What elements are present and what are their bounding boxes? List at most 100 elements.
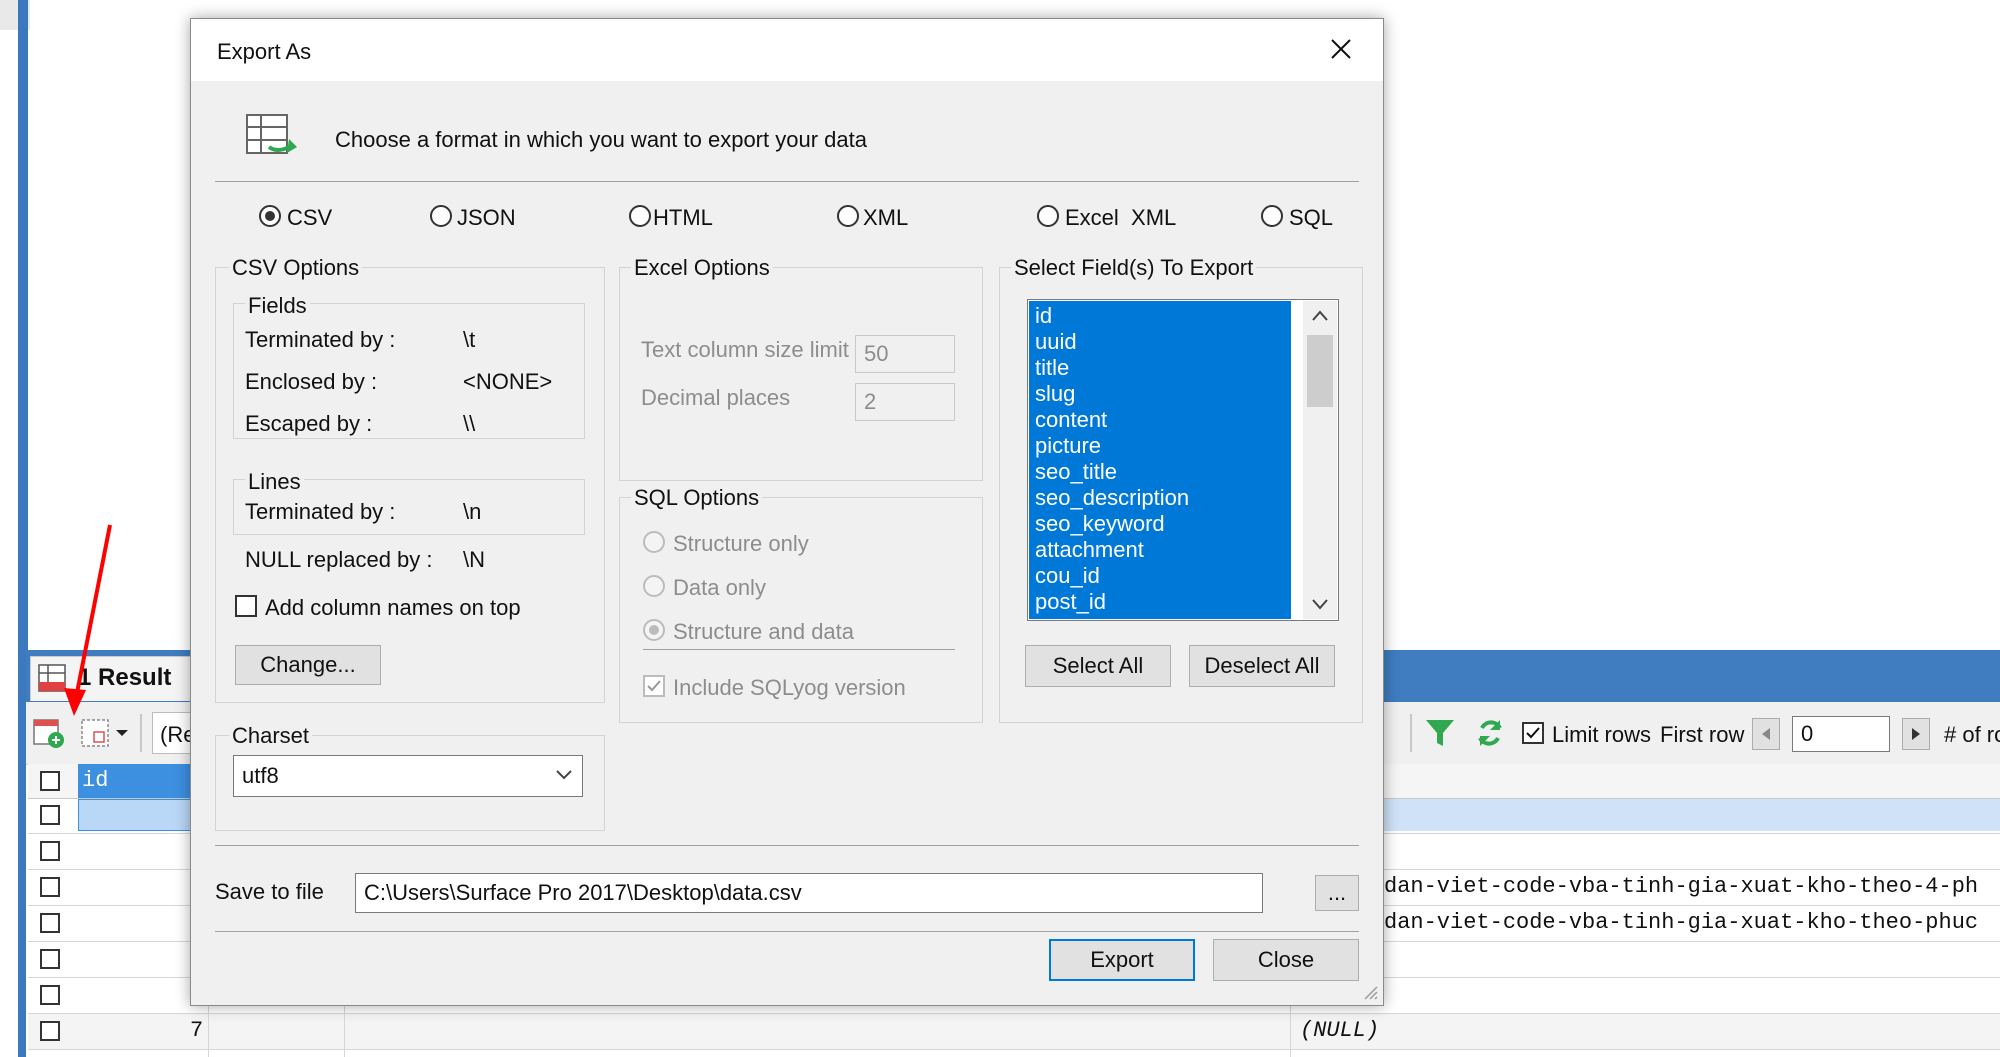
format-json-label: JSON <box>457 205 516 230</box>
format-csv-label: CSV <box>287 205 333 230</box>
lines-terminated-label: Terminated by : <box>245 499 396 524</box>
fields-enclosed-label: Enclosed by : <box>245 369 378 394</box>
selected-cell[interactable] <box>78 799 208 831</box>
limit-rows-label: Limit rows <box>1552 722 1652 747</box>
row-checkbox[interactable] <box>40 913 60 933</box>
format-excel-xml-radio[interactable] <box>1037 205 1059 227</box>
csv-lines-label: Lines <box>245 469 304 495</box>
fields-terminated-label: Terminated by : <box>245 327 396 352</box>
charset-label: Charset <box>229 723 313 749</box>
format-sql-radio[interactable] <box>1261 205 1283 227</box>
chevron-down-icon[interactable] <box>1311 597 1329 611</box>
selected-row-highlight <box>1380 799 2000 831</box>
data-only-radio[interactable] <box>643 575 665 597</box>
first-row-input[interactable]: 0 <box>1792 716 1890 752</box>
export-button[interactable]: Export <box>1049 939 1195 981</box>
list-item[interactable]: title <box>1035 355 1069 381</box>
dialog-title: Export As <box>217 39 312 64</box>
arrow-right-icon <box>1912 728 1920 740</box>
chevron-up-icon[interactable] <box>1311 309 1329 323</box>
export-dialog: Export As Choose a format in which you w… <box>190 18 1384 1006</box>
csv-fields-label: Fields <box>245 293 310 319</box>
select-all-rows-checkbox[interactable] <box>40 771 60 791</box>
decimal-places-label: Decimal places <box>641 385 791 410</box>
slug-cell: dan-viet-code-vba-tinh-gia-xuat-kho-theo… <box>1384 910 1979 935</box>
save-to-file-label: Save to file <box>215 879 324 904</box>
save-path-input[interactable]: C:\Users\Surface Pro 2017\Desktop\data.c… <box>355 873 1263 913</box>
dialog-titlebar <box>191 19 1383 81</box>
close-icon[interactable] <box>1329 37 1353 61</box>
toolbar-separator <box>140 714 142 752</box>
format-xml-radio[interactable] <box>837 205 859 227</box>
fields-enclosed-value[interactable]: <NONE> <box>463 369 552 395</box>
add-column-names-label: Add column names on top <box>265 595 521 620</box>
lines-terminated-value[interactable]: \n <box>463 499 481 525</box>
csv-options-label: CSV Options <box>229 255 363 281</box>
row-checkbox[interactable] <box>40 805 60 825</box>
row-checkbox[interactable] <box>40 877 60 897</box>
header-separator <box>215 181 1359 182</box>
format-json-radio[interactable] <box>430 205 452 227</box>
sql-options-label: SQL Options <box>631 485 763 511</box>
format-html-label: HTML <box>653 205 713 230</box>
list-item[interactable]: seo_description <box>1035 485 1189 511</box>
decimal-places-input[interactable]: 2 <box>855 383 955 421</box>
list-item[interactable]: seo_keyword <box>1035 511 1165 537</box>
arrow-left-icon <box>1762 728 1770 740</box>
grid-options-icon[interactable] <box>80 716 132 750</box>
structure-only-radio[interactable] <box>643 531 665 553</box>
app-frame-border-inner <box>26 0 28 650</box>
refresh-icon[interactable] <box>1474 716 1506 750</box>
null-replaced-value[interactable]: \N <box>463 547 485 573</box>
check-icon <box>647 680 661 692</box>
list-item[interactable]: slug <box>1035 381 1075 407</box>
fields-escaped-value[interactable]: \\ <box>463 411 475 437</box>
scrollbar-thumb[interactable] <box>1307 335 1333 407</box>
deselect-all-button[interactable]: Deselect All <box>1189 645 1335 687</box>
format-excel-xml-label: Excel XML <box>1065 205 1177 230</box>
text-column-limit-input[interactable]: 50 <box>855 335 955 373</box>
format-html-radio[interactable] <box>629 205 651 227</box>
browse-button[interactable]: ... <box>1315 875 1359 911</box>
filter-icon[interactable] <box>1424 716 1456 750</box>
column-header-id-label: id <box>82 768 109 793</box>
close-button[interactable]: Close <box>1213 939 1359 981</box>
export-format-icon <box>246 114 297 154</box>
list-item[interactable]: seo_title <box>1035 459 1117 485</box>
data-only-label: Data only <box>673 575 766 600</box>
row-checkbox[interactable] <box>40 1021 60 1041</box>
list-item[interactable]: id <box>1035 303 1052 329</box>
row-checkbox[interactable] <box>40 841 60 861</box>
row-checkbox[interactable] <box>40 985 60 1005</box>
fields-list: id uuid title slug content picture seo_t… <box>1029 303 1291 617</box>
structure-and-data-label: Structure and data <box>673 619 855 644</box>
export-icon[interactable] <box>32 716 66 750</box>
table-row[interactable] <box>28 1014 2000 1050</box>
row-checkbox[interactable] <box>40 949 60 969</box>
resize-grip-icon[interactable] <box>1361 983 1379 1001</box>
save-separator <box>215 845 1359 846</box>
dialog-header-text: Choose a format in which you want to exp… <box>335 127 867 152</box>
structure-and-data-radio[interactable] <box>643 619 665 641</box>
list-item[interactable]: post_id <box>1035 589 1106 615</box>
first-row-prev-button[interactable] <box>1752 718 1780 750</box>
format-csv-radio[interactable] <box>259 205 281 227</box>
format-xml-label: XML <box>863 205 909 230</box>
list-item[interactable]: cou_id <box>1035 563 1100 589</box>
limit-rows-checkbox[interactable] <box>1522 722 1544 744</box>
include-version-checkbox[interactable] <box>643 675 665 697</box>
list-item[interactable]: content <box>1035 407 1107 433</box>
change-button[interactable]: Change... <box>235 645 381 685</box>
null-replaced-label: NULL replaced by : <box>245 547 433 572</box>
fields-terminated-value[interactable]: \t <box>463 327 475 353</box>
list-item[interactable]: uuid <box>1035 329 1077 355</box>
include-version-label: Include SQLyog version <box>673 675 906 700</box>
first-row-next-button[interactable] <box>1902 718 1930 750</box>
charset-select[interactable]: utf8 <box>233 755 583 797</box>
list-item[interactable]: attachment <box>1035 537 1144 563</box>
add-column-names-checkbox[interactable] <box>235 595 257 617</box>
excel-options-group <box>619 267 983 481</box>
list-item[interactable]: picture <box>1035 433 1101 459</box>
chevron-down-icon[interactable] <box>555 769 573 781</box>
select-all-button[interactable]: Select All <box>1025 645 1171 687</box>
